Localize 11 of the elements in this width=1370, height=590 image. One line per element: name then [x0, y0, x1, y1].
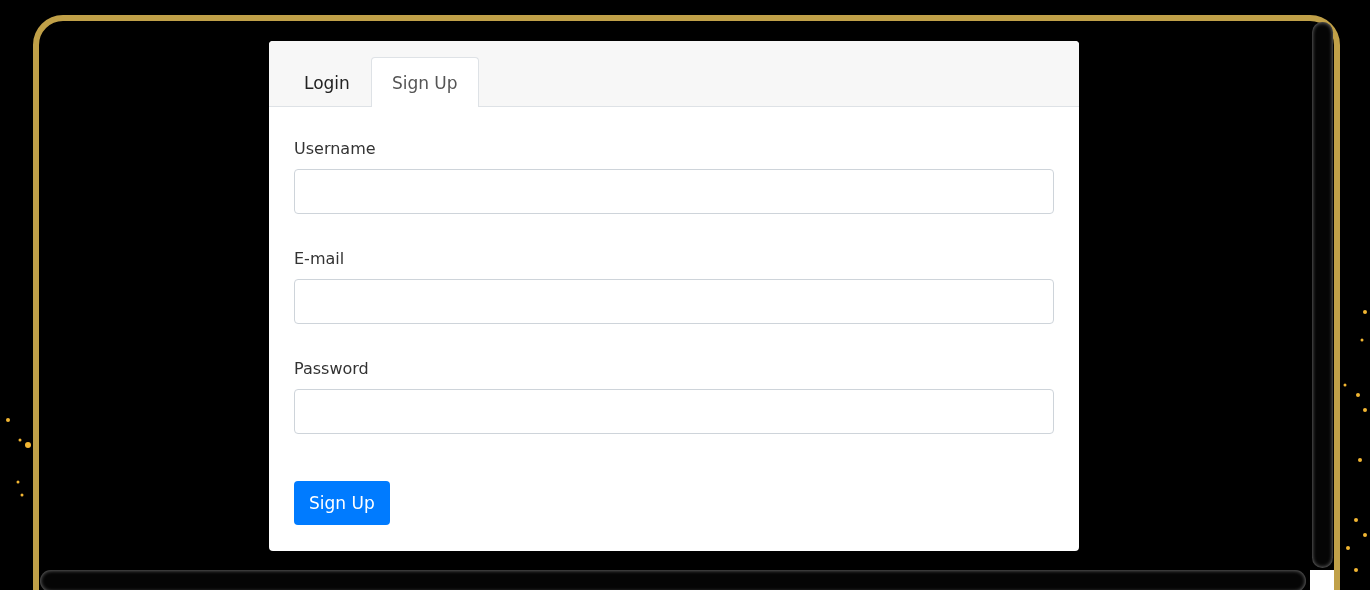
input-field[interactable] [294, 169, 1054, 214]
tab[interactable]: Login [283, 57, 371, 107]
field-label: Username [294, 138, 376, 160]
sign-up-button[interactable]: Sign Up [294, 481, 390, 525]
field-label: E-mail [294, 248, 345, 270]
input-field[interactable] [294, 279, 1054, 324]
tab[interactable]: Sign Up [370, 57, 479, 107]
horizontal-scrollbar[interactable] [40, 570, 1306, 590]
vertical-scrollbar[interactable] [1312, 22, 1333, 568]
input-field[interactable] [294, 389, 1054, 434]
field-label: Password [294, 358, 369, 380]
